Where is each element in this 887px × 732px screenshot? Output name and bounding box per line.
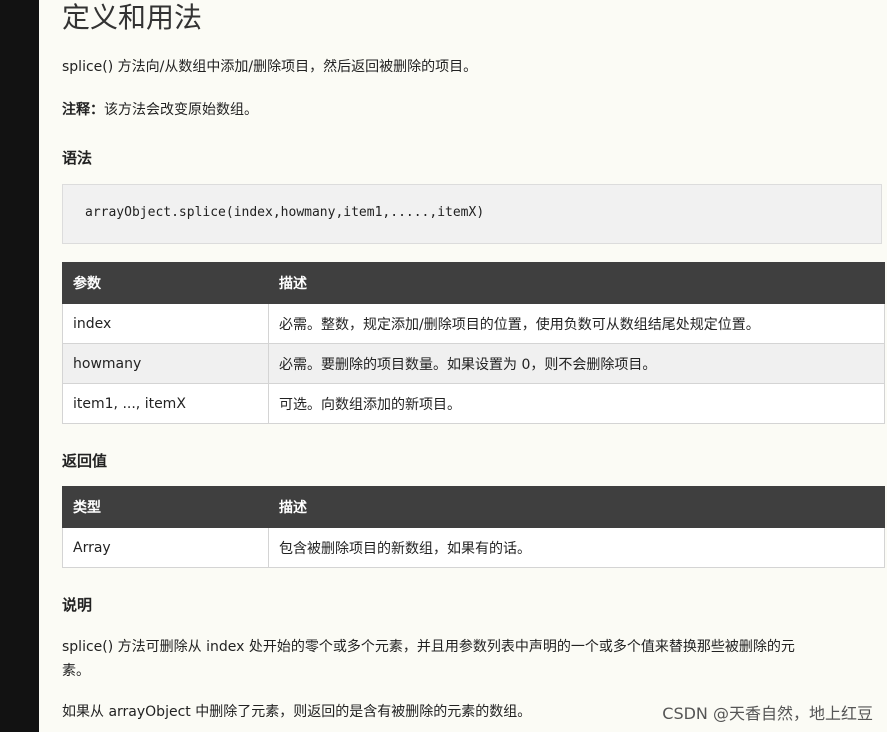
return-value-heading: 返回值 <box>62 452 108 470</box>
param-name: howmany <box>62 343 269 384</box>
param-desc: 必需。整数，规定添加/删除项目的位置，使用负数可从数组结尾处规定位置。 <box>268 303 885 344</box>
description-line-1: splice() 方法可删除从 index 处开始的零个或多个元素，并且用参数列… <box>62 639 795 655</box>
intro-text: splice() 方法向/从数组中添加/删除项目，然后返回被删除的项目。 <box>62 59 478 75</box>
params-table-header: 参数 描述 <box>62 262 885 304</box>
param-desc: 必需。要删除的项目数量。如果设置为 0，则不会删除项目。 <box>268 343 885 384</box>
param-name: index <box>62 303 269 344</box>
syntax-heading: 语法 <box>62 149 93 167</box>
return-desc: 包含被删除项目的新数组，如果有的话。 <box>268 527 885 568</box>
left-sidebar-strip <box>0 0 39 732</box>
description-heading: 说明 <box>62 596 93 614</box>
param-name: item1, ..., itemX <box>62 383 269 424</box>
table-row: item1, ..., itemX 可选。向数组添加的新项目。 <box>62 383 885 424</box>
params-header-desc: 描述 <box>268 262 885 304</box>
note-label: 注释： <box>62 102 104 118</box>
note-text: 该方法会改变原始数组。 <box>104 102 258 118</box>
table-row: index 必需。整数，规定添加/删除项目的位置，使用负数可从数组结尾处规定位置… <box>62 303 885 344</box>
note-paragraph: 注释：该方法会改变原始数组。 <box>62 98 258 122</box>
csdn-watermark: CSDN @天香自然，地上红豆 <box>662 704 873 723</box>
syntax-code: arrayObject.splice(index,howmany,item1,.… <box>85 205 485 220</box>
return-header-desc: 描述 <box>268 486 885 528</box>
syntax-code-box: arrayObject.splice(index,howmany,item1,.… <box>62 184 882 244</box>
table-row: howmany 必需。要删除的项目数量。如果设置为 0，则不会删除项目。 <box>62 343 885 384</box>
param-desc: 可选。向数组添加的新项目。 <box>268 383 885 424</box>
return-header-type: 类型 <box>62 486 269 528</box>
params-table: 参数 描述 index 必需。整数，规定添加/删除项目的位置，使用负数可从数组结… <box>62 262 885 424</box>
table-row: Array 包含被删除项目的新数组，如果有的话。 <box>62 527 885 568</box>
params-header-param: 参数 <box>62 262 269 304</box>
return-type: Array <box>62 527 269 568</box>
description-paragraph-1: splice() 方法可删除从 index 处开始的零个或多个元素，并且用参数列… <box>62 635 795 683</box>
return-table: 类型 描述 Array 包含被删除项目的新数组，如果有的话。 <box>62 486 885 568</box>
page-title: 定义和用法 <box>62 1 203 34</box>
description-paragraph-2: 如果从 arrayObject 中删除了元素，则返回的是含有被删除的元素的数组。 <box>62 704 532 720</box>
description-line-2: 素。 <box>62 663 90 679</box>
return-table-header: 类型 描述 <box>62 486 885 528</box>
